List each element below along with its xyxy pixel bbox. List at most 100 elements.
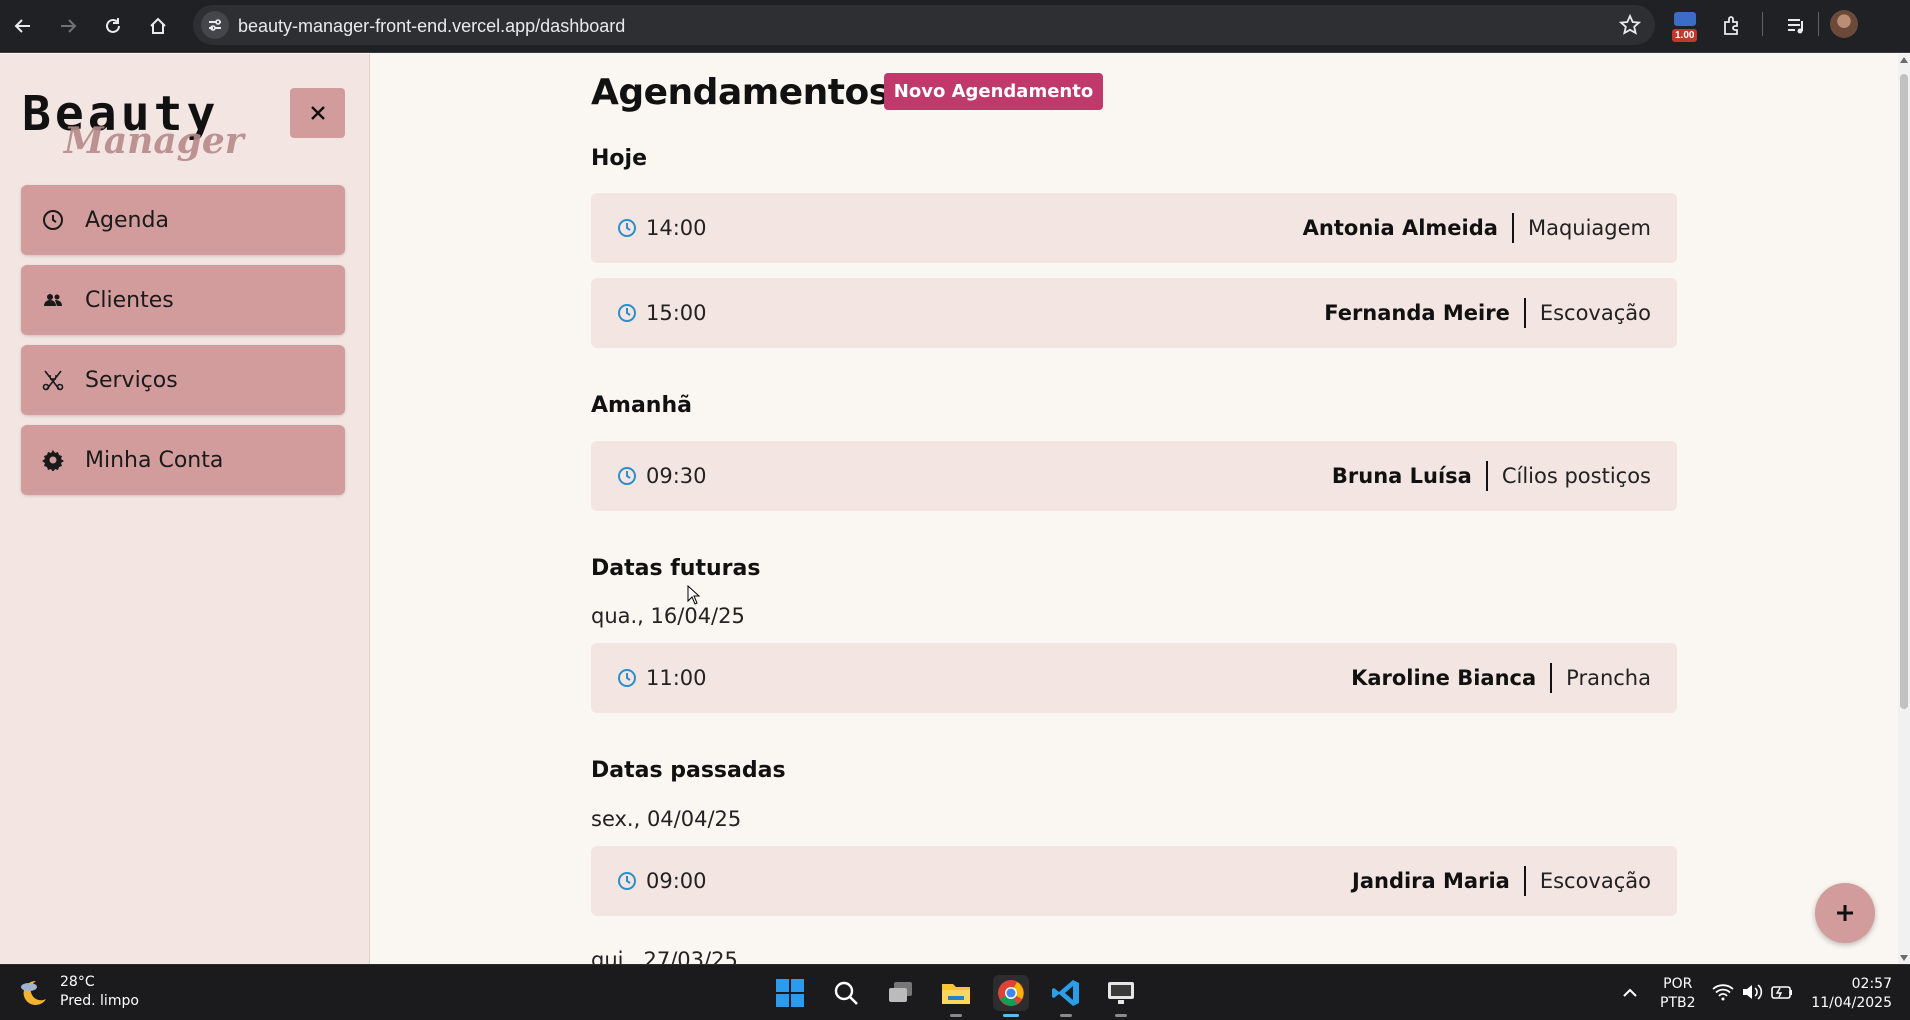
appointment-service: Prancha xyxy=(1566,666,1651,690)
appointment-time: 09:00 xyxy=(646,869,707,893)
page-scrollbar[interactable] xyxy=(1898,54,1910,964)
mouse-cursor-icon xyxy=(687,585,701,605)
sidebar-item-label: Minha Conta xyxy=(85,447,224,473)
weather-widget[interactable]: 28°C Pred. limpo xyxy=(18,973,139,1011)
clock-icon xyxy=(618,467,636,485)
clock-icon xyxy=(618,219,636,237)
appointment-client: Jandira Maria xyxy=(1352,869,1510,893)
appointment-service: Maquiagem xyxy=(1527,216,1651,240)
date-label: sex., 04/04/25 xyxy=(591,807,742,831)
clock-icon xyxy=(618,669,636,687)
sidebar-item-label: Serviços xyxy=(85,367,178,393)
scrollbar-thumb[interactable] xyxy=(1900,74,1908,709)
app-indicator xyxy=(1115,1014,1127,1017)
main-content: Agendamentos Novo Agendamento Hoje 14:00… xyxy=(370,54,1898,964)
appointment-time: 14:00 xyxy=(646,216,707,240)
file-explorer-icon[interactable] xyxy=(938,975,974,1017)
bookmark-star-icon[interactable] xyxy=(1618,13,1642,41)
clock-time: 02:57 xyxy=(1851,976,1892,992)
extensions-puzzle-icon[interactable] xyxy=(1718,12,1746,40)
section-title-today: Hoje xyxy=(591,146,647,171)
section-title-future: Datas futuras xyxy=(591,556,761,581)
task-view-icon[interactable] xyxy=(883,975,919,1011)
toolbar-separator xyxy=(1762,12,1763,36)
battery-icon[interactable] xyxy=(1764,977,1800,1007)
sidebar: Beauty Manager Agenda Clientes Serviços … xyxy=(0,54,370,964)
vscode-icon[interactable] xyxy=(1048,975,1084,1017)
appointment-card[interactable]: 11:00 Karoline Bianca Prancha xyxy=(591,643,1677,713)
keyboard-layout: PTB2 xyxy=(1660,995,1696,1011)
appointment-service: Escovação xyxy=(1539,869,1651,893)
divider xyxy=(1523,298,1526,328)
divider xyxy=(1511,213,1514,243)
sidebar-item-clientes[interactable]: Clientes xyxy=(21,265,345,335)
system-clock[interactable]: 02:57 11/04/2025 xyxy=(1808,975,1892,1013)
back-icon[interactable] xyxy=(8,11,38,41)
toolbar-separator xyxy=(1818,12,1819,36)
appointment-client: Fernanda Meire xyxy=(1324,301,1510,325)
gear-icon xyxy=(41,448,65,472)
sidebar-item-minha-conta[interactable]: Minha Conta xyxy=(21,425,345,495)
section-title-tomorrow: Amanhã xyxy=(591,393,692,418)
close-icon xyxy=(310,106,325,120)
appointment-card[interactable]: 09:00 Jandira Maria Escovação xyxy=(591,846,1677,916)
appointment-client: Bruna Luísa xyxy=(1331,464,1472,488)
app-indicator xyxy=(1003,1014,1019,1017)
date-label: qua., 16/04/25 xyxy=(591,604,745,628)
chrome-icon[interactable] xyxy=(993,975,1029,1017)
appointment-card[interactable]: 15:00 Fernanda Meire Escovação xyxy=(591,278,1677,348)
appointment-card[interactable]: 14:00 Antonia Almeida Maquiagem xyxy=(591,193,1677,263)
clock-icon xyxy=(41,208,65,232)
extension-icon[interactable]: 1.00 xyxy=(1670,10,1702,42)
page-title: Agendamentos xyxy=(591,72,890,113)
moon-cloud-icon xyxy=(21,980,46,1005)
appointment-client: Antonia Almeida xyxy=(1302,216,1498,240)
profile-avatar[interactable] xyxy=(1830,10,1858,38)
remote-desktop-icon[interactable] xyxy=(1103,975,1139,1017)
users-icon xyxy=(41,288,65,312)
logo-text-manager: Manager xyxy=(64,120,244,162)
divider xyxy=(1485,461,1488,491)
sidebar-item-label: Clientes xyxy=(85,287,174,313)
search-icon[interactable] xyxy=(828,975,864,1011)
os-taskbar: 28°C Pred. limpo POR PTB2 02:57 11/04/20… xyxy=(0,964,1910,1020)
divider xyxy=(1550,663,1553,693)
app-indicator xyxy=(950,1014,962,1017)
appointment-time: 15:00 xyxy=(646,301,707,325)
appointment-client: Karoline Bianca xyxy=(1351,666,1537,690)
forward-icon[interactable] xyxy=(53,11,83,41)
section-title-past: Datas passadas xyxy=(591,758,786,783)
address-bar[interactable]: beauty-manager-front-end.vercel.app/dash… xyxy=(193,5,1655,45)
new-appointment-button[interactable]: Novo Agendamento xyxy=(884,73,1103,110)
appointment-service: Escovação xyxy=(1539,301,1651,325)
media-control-icon[interactable] xyxy=(1782,12,1810,40)
language-indicator[interactable]: POR PTB2 xyxy=(1660,975,1696,1013)
chevron-up-icon[interactable] xyxy=(1612,975,1648,1011)
add-fab-button[interactable] xyxy=(1815,883,1875,943)
windows-start-icon[interactable] xyxy=(772,975,808,1011)
appointment-time: 09:30 xyxy=(646,464,707,488)
clock-icon xyxy=(618,304,636,322)
scroll-down-arrow[interactable] xyxy=(1900,955,1908,961)
appointment-time: 11:00 xyxy=(646,666,707,690)
app-indicator xyxy=(1060,1014,1072,1017)
site-info-icon[interactable] xyxy=(201,11,229,39)
appointment-service: Cílios postiços xyxy=(1501,464,1651,488)
reload-icon[interactable] xyxy=(98,11,128,41)
sidebar-item-servicos[interactable]: Serviços xyxy=(21,345,345,415)
date-label: qui., 27/03/25 xyxy=(591,948,738,964)
appointment-card[interactable]: 09:30 Bruna Luísa Cílios postiços xyxy=(591,441,1677,511)
home-icon[interactable] xyxy=(143,11,173,41)
weather-text: Pred. limpo xyxy=(60,993,139,1009)
browser-toolbar: beauty-manager-front-end.vercel.app/dash… xyxy=(0,0,1910,53)
sidebar-item-agenda[interactable]: Agenda xyxy=(21,185,345,255)
temperature-text: 28°C xyxy=(60,974,95,990)
divider xyxy=(1523,866,1526,896)
extension-badge: 1.00 xyxy=(1672,29,1698,42)
language-code: POR xyxy=(1663,976,1693,992)
plus-icon xyxy=(1837,905,1853,921)
app-logo: Beauty Manager xyxy=(22,86,244,166)
sidebar-item-label: Agenda xyxy=(85,207,169,233)
close-sidebar-button[interactable] xyxy=(290,88,345,138)
scroll-up-arrow[interactable] xyxy=(1900,57,1908,63)
